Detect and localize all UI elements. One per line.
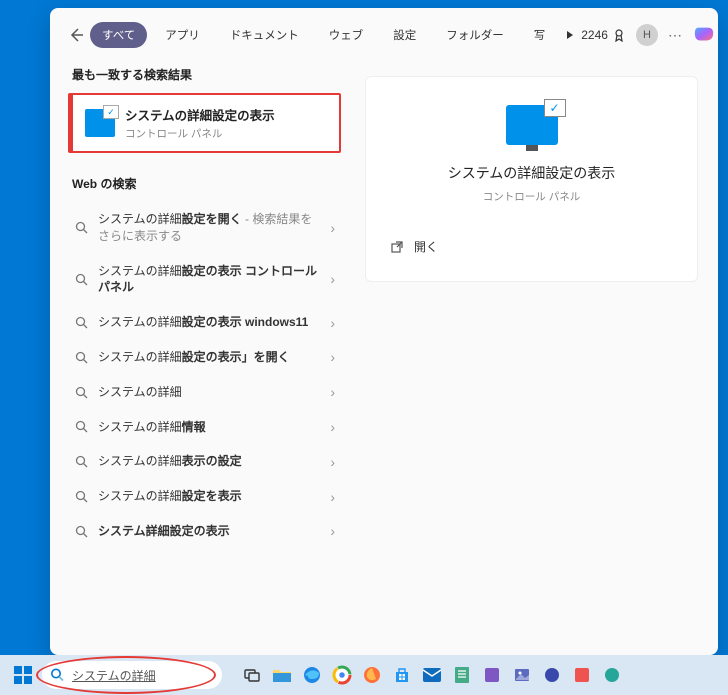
search-icon [74, 420, 88, 434]
app3-icon[interactable] [568, 661, 596, 689]
web-search-text: システムの詳細情報 [98, 419, 320, 436]
taskbar-search[interactable] [42, 661, 222, 689]
search-results-panel: すべて アプリ ドキュメント ウェブ 設定 フォルダー 写 2246 H ⋯ 最… [50, 8, 718, 655]
tab-bar: すべて アプリ ドキュメント ウェブ 設定 フォルダー 写 2246 H ⋯ [50, 8, 718, 58]
web-search-item[interactable]: システムの詳細設定を表示 › [68, 479, 341, 514]
web-search-item[interactable]: システムの詳細情報 › [68, 410, 341, 445]
app2-icon[interactable] [538, 661, 566, 689]
chevron-right-icon: › [330, 315, 335, 331]
chevron-right-icon: › [330, 454, 335, 470]
store-icon[interactable] [388, 661, 416, 689]
web-search-text: システムの詳細表示の設定 [98, 453, 320, 470]
detail-card: システムの詳細設定の表示 コントロール パネル 開く [365, 76, 698, 282]
web-search-item[interactable]: システムの詳細設定を開く - 検索結果をさらに表示する › [68, 202, 341, 254]
web-search-item[interactable]: システム詳細設定の表示 › [68, 514, 341, 549]
web-search-item[interactable]: システムの詳細表示の設定 › [68, 444, 341, 479]
search-icon [74, 490, 88, 504]
web-search-text: システムの詳細設定を表示 [98, 488, 320, 505]
search-icon [74, 316, 88, 330]
app4-icon[interactable] [598, 661, 626, 689]
best-match-result[interactable]: システムの詳細設定の表示 コントロール パネル [68, 93, 341, 153]
web-search-item[interactable]: システムの詳細設定の表示 コントロールパネル › [68, 254, 341, 306]
more-icon[interactable]: ⋯ [668, 27, 682, 44]
copilot-icon[interactable] [692, 23, 716, 47]
search-icon [50, 668, 65, 683]
system-settings-icon [85, 109, 115, 137]
best-match-subtitle: コントロール パネル [125, 126, 275, 141]
chevron-right-icon: › [330, 489, 335, 505]
photos-icon[interactable] [508, 661, 536, 689]
explorer-icon[interactable] [268, 661, 296, 689]
taskview-icon[interactable] [238, 661, 266, 689]
firefox-icon[interactable] [358, 661, 386, 689]
search-icon [74, 385, 88, 399]
best-match-title: システムの詳細設定の表示 [125, 105, 275, 124]
chevron-right-icon: › [330, 523, 335, 539]
tab-photos[interactable]: 写 [522, 22, 558, 48]
search-input[interactable] [72, 668, 214, 682]
search-icon [74, 524, 88, 538]
tab-web[interactable]: ウェブ [317, 22, 376, 48]
user-avatar[interactable]: H [636, 24, 658, 46]
search-icon [74, 350, 88, 364]
search-icon [74, 455, 88, 469]
start-button[interactable] [8, 660, 38, 690]
open-label: 開く [414, 238, 438, 255]
tab-overflow[interactable] [565, 30, 575, 40]
web-search-text: システム詳細設定の表示 [98, 523, 320, 540]
search-icon [74, 272, 88, 286]
web-search-text: システムの詳細設定の表示 windows11 [98, 314, 320, 331]
tab-all[interactable]: すべて [90, 22, 147, 48]
open-icon [390, 240, 404, 254]
chevron-right-icon: › [330, 271, 335, 287]
web-search-text: システムの詳細設定を開く - 検索結果をさらに表示する [98, 211, 320, 245]
chevron-right-icon: › [330, 349, 335, 365]
app1-icon[interactable] [478, 661, 506, 689]
detail-title: システムの詳細設定の表示 [386, 163, 677, 183]
taskbar [0, 655, 728, 695]
rewards-points[interactable]: 2246 [581, 28, 626, 42]
best-match-header: 最も一致する検索結果 [68, 58, 341, 93]
web-search-text: システムの詳細設定の表示 コントロールパネル [98, 263, 320, 297]
web-search-header: Web の検索 [68, 167, 341, 202]
open-action[interactable]: 開く [386, 232, 677, 261]
chevron-right-icon: › [330, 384, 335, 400]
web-search-item[interactable]: システムの詳細設定の表示」を開く › [68, 340, 341, 375]
tab-apps[interactable]: アプリ [153, 22, 212, 48]
todo-icon[interactable] [448, 661, 476, 689]
web-search-text: システムの詳細 [98, 384, 320, 401]
tab-settings[interactable]: 設定 [381, 22, 428, 48]
search-icon [74, 221, 88, 235]
windows-logo-icon [14, 666, 32, 684]
mail-icon[interactable] [418, 661, 446, 689]
back-button[interactable] [68, 24, 84, 46]
chrome-icon[interactable] [328, 661, 356, 689]
tab-folders[interactable]: フォルダー [434, 22, 516, 48]
edge-icon[interactable] [298, 661, 326, 689]
detail-subtitle: コントロール パネル [386, 189, 677, 204]
chevron-right-icon: › [330, 419, 335, 435]
web-search-text: システムの詳細設定の表示」を開く [98, 349, 320, 366]
tab-documents[interactable]: ドキュメント [218, 22, 311, 48]
web-search-item[interactable]: システムの詳細設定の表示 windows11 › [68, 305, 341, 340]
chevron-right-icon: › [330, 220, 335, 236]
detail-system-icon [506, 105, 558, 145]
web-search-item[interactable]: システムの詳細 › [68, 375, 341, 410]
